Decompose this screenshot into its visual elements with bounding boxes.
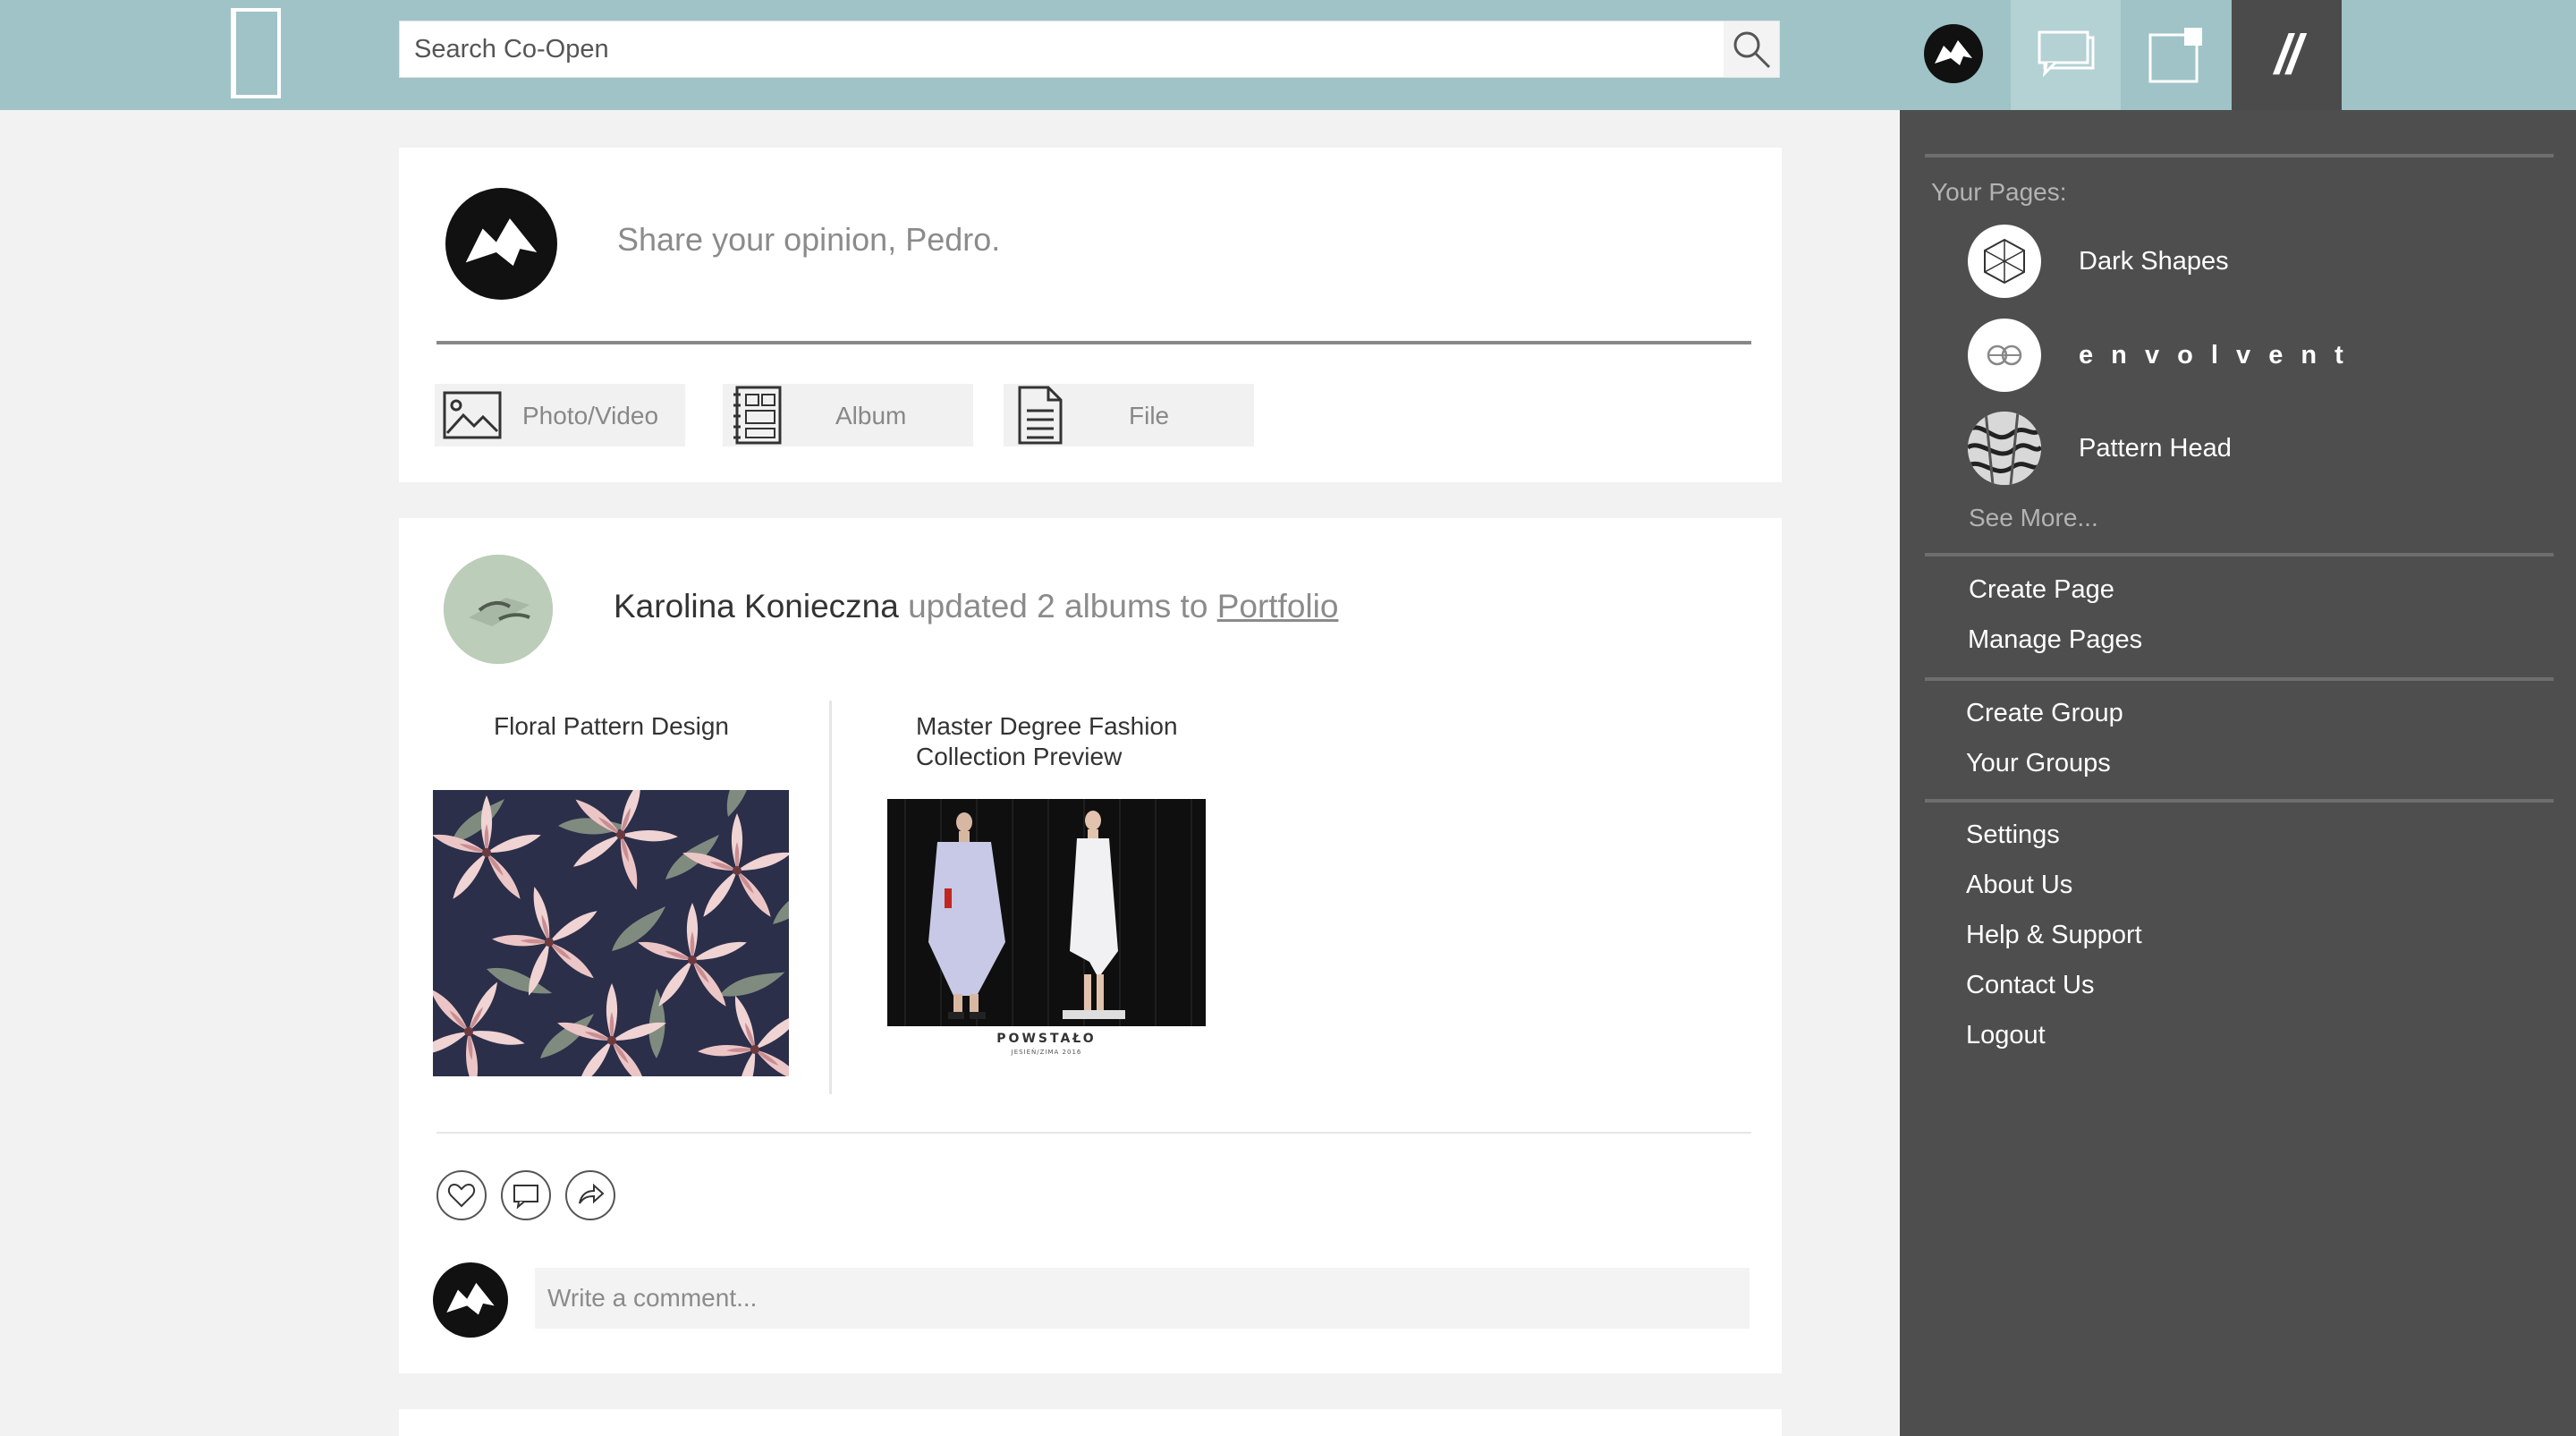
user-avatar[interactable] — [1924, 24, 1983, 83]
create-page-link[interactable]: Create Page — [1969, 575, 2114, 605]
photo-video-label: Photo/Video — [522, 402, 659, 429]
post-composer: Share your opinion, Pedro. Photo/Video A… — [399, 148, 1782, 482]
share-button[interactable] — [565, 1170, 615, 1220]
avatar-image — [465, 218, 538, 267]
top-nav-bar: // — [0, 0, 2576, 110]
help-support-link[interactable]: Help & Support — [1966, 921, 2142, 950]
manage-pages-link[interactable]: Manage Pages — [1968, 625, 2142, 655]
author-avatar[interactable] — [444, 555, 553, 664]
about-us-link[interactable]: About Us — [1966, 871, 2072, 900]
menu-button[interactable]: // — [2232, 0, 2342, 110]
heart-icon — [447, 1183, 476, 1208]
album-thumbnail-fashion[interactable]: POWSTAŁO JESIEŃ/ZIMA 2016 — [887, 799, 1206, 1067]
album-title[interactable]: Floral Pattern Design — [494, 711, 762, 742]
file-label: File — [1129, 402, 1170, 429]
portfolio-link[interactable]: Portfolio — [1217, 588, 1339, 625]
page-item-pattern-head[interactable]: Pattern Head — [1968, 412, 2232, 485]
search-icon — [1733, 31, 1771, 69]
divider — [436, 341, 1751, 344]
see-more-link[interactable]: See More... — [1969, 504, 2098, 532]
author-name[interactable]: Karolina Konieczna — [614, 588, 899, 625]
album-title[interactable]: Master Degree Fashion Collection Preview — [916, 711, 1211, 772]
album-thumbnail-floral[interactable] — [394, 751, 826, 1116]
settings-link[interactable]: Settings — [1966, 820, 2060, 850]
page-avatar — [1968, 412, 2041, 485]
notification-icon — [2148, 27, 2202, 82]
like-button[interactable] — [436, 1170, 487, 1220]
album-label: Album — [835, 402, 907, 429]
post-header: Karolina Konieczna updated 2 albums to P… — [614, 588, 1338, 625]
next-post-card — [399, 1409, 1782, 1436]
comment-input[interactable] — [535, 1268, 1750, 1329]
pages-heading: Your Pages: — [1931, 178, 2067, 206]
page-avatar — [1968, 319, 2041, 392]
envolvent-logo-icon — [1987, 344, 2022, 366]
comment-button[interactable] — [501, 1170, 551, 1220]
divider — [1925, 154, 2554, 157]
fashion-collection-image — [887, 799, 1206, 1026]
menu-icon: // — [2275, 24, 2302, 86]
notifications-button[interactable] — [2121, 0, 2231, 110]
your-groups-link[interactable]: Your Groups — [1966, 749, 2111, 778]
search-bar — [399, 21, 1780, 78]
commenter-avatar — [433, 1262, 508, 1338]
page-item-envolvent[interactable]: e n v o l v e n t — [1968, 319, 2349, 392]
album-subcaption: JESIEŃ/ZIMA 2016 — [1011, 1049, 1082, 1056]
composer-prompt[interactable]: Share your opinion, Pedro. — [617, 221, 1000, 259]
divider — [1925, 799, 2554, 803]
share-icon — [579, 1183, 605, 1204]
album-button[interactable]: Album — [723, 384, 973, 446]
photo-video-button[interactable]: Photo/Video — [435, 384, 685, 446]
avatar-image — [446, 1282, 495, 1315]
logo[interactable] — [231, 8, 281, 98]
dark-shapes-logo-icon — [1984, 238, 2025, 285]
page-item-dark-shapes[interactable]: Dark Shapes — [1968, 225, 2229, 298]
album-divider — [829, 701, 832, 1094]
divider — [1925, 677, 2554, 681]
avatar-image — [444, 555, 553, 664]
avatar-image — [1935, 40, 1972, 65]
divider — [436, 1132, 1751, 1134]
pattern-head-logo-icon — [1968, 412, 2041, 485]
page-name: e n v o l v e n t — [2079, 340, 2349, 370]
composer-avatar — [445, 188, 557, 300]
messages-button[interactable] — [2011, 0, 2121, 110]
logout-link[interactable]: Logout — [1966, 1021, 2046, 1050]
search-button[interactable] — [1724, 21, 1779, 77]
feed-post: Karolina Konieczna updated 2 albums to P… — [394, 518, 1782, 1373]
account-menu: Your Pages: Dark Shapes e n v o l v e n … — [1900, 110, 2576, 1436]
page-avatar — [1968, 225, 2041, 298]
album-icon — [733, 386, 782, 445]
album-caption: POWSTAŁO — [996, 1032, 1097, 1046]
file-icon — [1018, 386, 1063, 445]
create-group-link[interactable]: Create Group — [1966, 699, 2123, 728]
floral-pattern-image — [394, 751, 826, 1116]
divider — [1925, 553, 2554, 557]
search-input[interactable] — [400, 21, 1724, 77]
page-name: Dark Shapes — [2079, 246, 2229, 276]
comment-icon — [513, 1185, 538, 1209]
image-icon — [443, 391, 502, 439]
page-name: Pattern Head — [2079, 433, 2232, 463]
post-action-text: updated 2 albums to — [908, 588, 1208, 625]
file-button[interactable]: File — [1004, 384, 1254, 446]
contact-us-link[interactable]: Contact Us — [1966, 971, 2094, 1000]
chat-icon — [2038, 30, 2094, 77]
